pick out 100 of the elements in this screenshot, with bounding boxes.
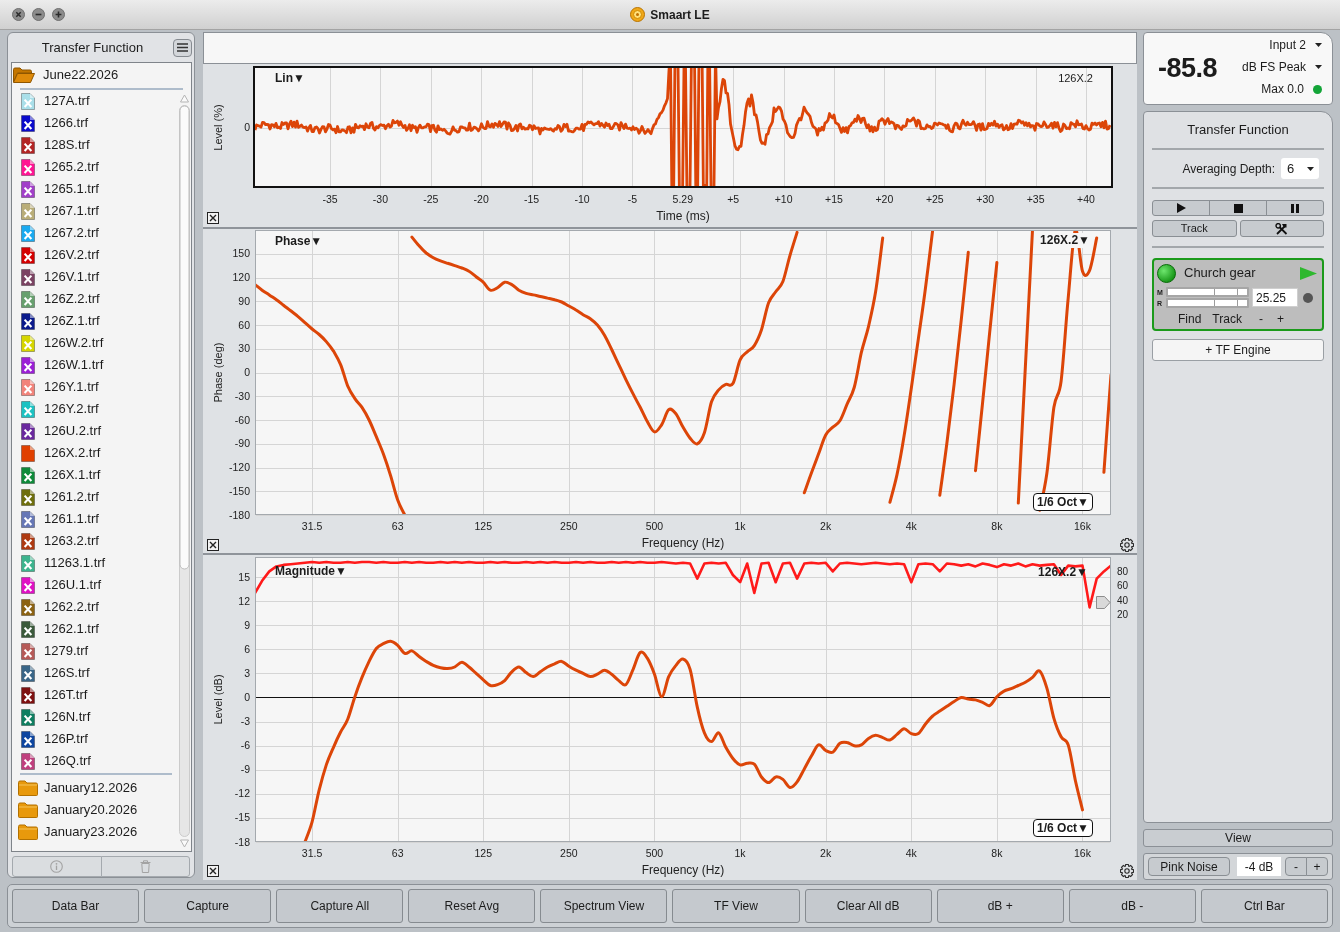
toolbar-button[interactable]: Reset Avg — [408, 889, 536, 923]
tools-button[interactable] — [1239, 220, 1324, 237]
file-item[interactable]: 126Y.2.trf — [12, 398, 179, 420]
file-item[interactable]: 126W.2.trf — [12, 332, 179, 354]
mode-selector[interactable]: Phase▼ — [275, 234, 323, 248]
y-tick-label: 12 — [238, 594, 250, 607]
y-tick-label: 20 — [1117, 609, 1129, 621]
x-tick-label: +10 — [774, 193, 793, 205]
engine-action-button[interactable]: Track — [1212, 312, 1242, 326]
trace-label: 126X.2 — [1058, 72, 1093, 85]
minimize-icon[interactable] — [32, 8, 45, 21]
folder-item[interactable]: June22.2026 — [12, 64, 191, 86]
input-dropdown[interactable]: Input 2 — [1269, 34, 1322, 56]
x-tick-label: -10 — [574, 193, 590, 205]
file-item[interactable]: 1267.2.trf — [12, 222, 179, 244]
y-tick-label: -18 — [234, 835, 250, 848]
file-item[interactable]: 1263.2.trf — [12, 530, 179, 552]
pause-button[interactable] — [1266, 200, 1324, 216]
stop-icon — [1233, 203, 1243, 213]
file-item[interactable]: 126N.trf — [12, 706, 179, 728]
toolbar-button[interactable]: Capture All — [276, 889, 404, 923]
gain-field[interactable]: -4 dB — [1237, 857, 1281, 876]
x-tick-label: 63 — [391, 520, 404, 532]
file-item[interactable]: 126U.1.trf — [12, 574, 179, 596]
close-box-icon[interactable] — [207, 865, 219, 877]
file-item[interactable]: 127A.trf — [12, 90, 179, 112]
file-item[interactable]: 126S.trf — [12, 662, 179, 684]
close-box-icon[interactable] — [207, 212, 219, 224]
caret-icon — [1307, 166, 1314, 171]
toolbar-button[interactable]: TF View — [672, 889, 800, 923]
file-item[interactable]: 1265.2.trf — [12, 156, 179, 178]
stepper-button[interactable]: - — [1285, 857, 1307, 876]
toolbar-button[interactable]: Spectrum View — [540, 889, 668, 923]
y-tick-label: 0 — [244, 121, 250, 133]
toolbar-button[interactable]: dB + — [936, 889, 1064, 923]
engine-action-button[interactable]: - — [1258, 312, 1263, 326]
play-icon — [1176, 203, 1186, 213]
file-item[interactable]: 1262.2.trf — [12, 596, 179, 618]
toolbar-button[interactable]: Data Bar — [12, 889, 140, 923]
file-item[interactable]: 126Z.2.trf — [12, 288, 179, 310]
settings-icon[interactable] — [1120, 864, 1134, 878]
file-item[interactable]: 126X.1.trf — [12, 464, 179, 486]
pointer-handle-icon[interactable] — [1096, 595, 1111, 610]
file-item[interactable]: 126X.2.trf — [12, 442, 179, 464]
file-item[interactable]: 1266.trf — [12, 112, 179, 134]
file-item[interactable]: 126V.2.trf — [12, 244, 179, 266]
view-button[interactable]: View — [1143, 829, 1333, 847]
file-item[interactable]: 126U.2.trf — [12, 420, 179, 442]
file-item[interactable]: 1261.1.trf — [12, 508, 179, 530]
delay-field[interactable]: 25.25 — [1252, 288, 1298, 307]
play-button[interactable] — [1152, 200, 1210, 216]
track-button[interactable]: Track — [1152, 220, 1237, 237]
generator-button[interactable]: Pink Noise — [1148, 857, 1230, 876]
x-tick-label: 8k — [991, 847, 1003, 859]
max-reading: Max 0.0 — [1261, 81, 1304, 98]
settings-icon[interactable] — [1120, 538, 1134, 552]
file-item[interactable]: 126Z.1.trf — [12, 310, 179, 332]
folder-item[interactable]: January20.2026 — [12, 799, 179, 821]
scale-dropdown[interactable]: dB FS Peak — [1241, 56, 1322, 78]
file-item[interactable]: 1267.1.trf — [12, 200, 179, 222]
engine-action-button[interactable]: + — [1276, 312, 1284, 326]
file-item[interactable]: 126P.trf — [12, 728, 179, 750]
toolbar-button[interactable]: Ctrl Bar — [1200, 889, 1328, 923]
x-tick-label: 2k — [820, 520, 832, 532]
x-tick-label: -30 — [372, 193, 388, 205]
file-item[interactable]: 11263.1.trf — [12, 552, 179, 574]
toolbar-button[interactable]: Capture — [144, 889, 272, 923]
file-item[interactable]: 126Q.trf — [12, 750, 179, 772]
averaging-dropdown[interactable]: 6 — [1281, 158, 1319, 179]
close-box-icon[interactable] — [207, 539, 219, 551]
close-icon[interactable] — [12, 8, 25, 21]
file-item[interactable]: 128S.trf — [12, 134, 179, 156]
scrollbar[interactable] — [179, 93, 190, 849]
file-item[interactable]: 126W.1.trf — [12, 354, 179, 376]
smoothing-selector[interactable]: 1/6 Oct▼ — [1033, 493, 1093, 511]
engine-action-button[interactable]: Find — [1178, 312, 1202, 326]
scale-selector[interactable]: Lin▼ — [275, 71, 305, 85]
menu-button[interactable] — [173, 38, 192, 57]
file-item[interactable]: 126V.1.trf — [12, 266, 179, 288]
file-item[interactable]: 1262.1.trf — [12, 618, 179, 640]
x-tick-label: 1k — [734, 847, 746, 859]
folder-item[interactable]: January12.2026 — [12, 777, 179, 799]
file-item[interactable]: 126T.trf — [12, 684, 179, 706]
y-tick-label: 150 — [232, 247, 250, 260]
mode-selector[interactable]: Magnitude▼ — [275, 564, 347, 578]
stepper-button[interactable]: + — [1306, 857, 1328, 876]
file-item[interactable]: 126Y.1.trf — [12, 376, 179, 398]
smoothing-selector[interactable]: 1/6 Oct▼ — [1033, 819, 1093, 837]
folder-item[interactable]: January23.2026 — [12, 821, 179, 843]
caret-icon — [1315, 43, 1322, 47]
file-item[interactable]: 1279.trf — [12, 640, 179, 662]
x-tick-label: 250 — [560, 847, 578, 859]
toolbar-button[interactable]: Clear All dB — [804, 889, 932, 923]
x-tick-label: 1k — [734, 520, 746, 532]
add-engine-button[interactable]: + TF Engine — [1152, 339, 1324, 361]
file-item[interactable]: 1261.2.trf — [12, 486, 179, 508]
zoom-icon[interactable] — [52, 8, 65, 21]
stop-button[interactable] — [1209, 200, 1267, 216]
toolbar-button[interactable]: dB - — [1068, 889, 1196, 923]
file-item[interactable]: 1265.1.trf — [12, 178, 179, 200]
